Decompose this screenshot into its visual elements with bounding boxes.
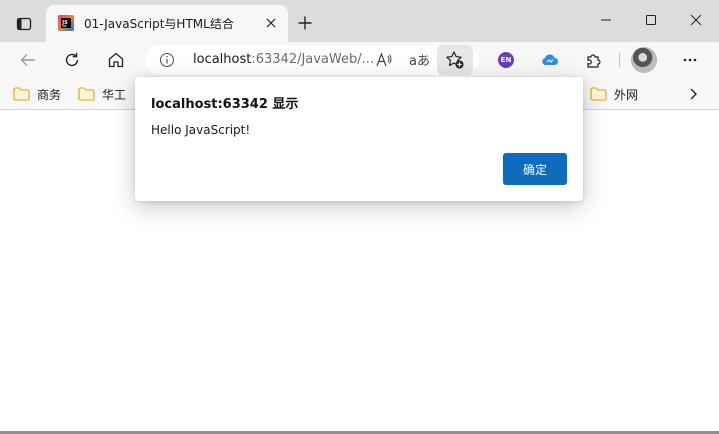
back-arrow-icon[interactable]	[14, 46, 42, 74]
url-text[interactable]: localhost:63342/JavaWeb/...	[193, 52, 374, 67]
svg-text:JS: JS	[61, 20, 68, 26]
ok-button[interactable]: 确定	[503, 153, 567, 185]
tab-title: 01-JavaScript与HTML结合	[84, 17, 234, 31]
bookmark-folder-huagong[interactable]: 华工	[78, 85, 126, 103]
url-path: :63342/JavaWeb/...	[251, 52, 375, 67]
more-options-icon[interactable]	[676, 46, 704, 74]
folder-icon	[590, 87, 607, 101]
tab-actions-icon[interactable]	[10, 10, 38, 38]
extension-en-icon[interactable]: EN	[492, 46, 520, 74]
toolbar: localhost:63342/JavaWeb/... aあ EN	[0, 42, 719, 78]
profile-avatar[interactable]	[631, 47, 657, 73]
chevron-right-icon[interactable]	[684, 85, 702, 103]
tab-close-icon[interactable]	[262, 14, 280, 32]
folder-icon	[78, 87, 95, 101]
extension-en-label: EN	[498, 52, 514, 68]
alert-dialog: localhost:63342 显示 Hello JavaScript! 确定	[135, 77, 583, 201]
dialog-message: Hello JavaScript!	[151, 123, 251, 137]
new-tab-icon[interactable]	[292, 10, 318, 36]
bookmark-label: 外网	[614, 87, 639, 102]
extension-cloud-icon[interactable]	[536, 46, 564, 74]
dialog-title: localhost:63342 显示	[151, 97, 299, 112]
add-favorite-icon[interactable]	[437, 45, 473, 75]
read-aloud-icon[interactable]	[375, 51, 393, 69]
bookmark-label: 商务	[37, 87, 62, 102]
bookmark-folder-shangwu[interactable]: 商务	[13, 85, 61, 103]
translate-icon[interactable]: aあ	[409, 50, 430, 69]
minimize-icon[interactable]	[586, 6, 626, 34]
folder-icon	[13, 87, 30, 101]
bookmark-folder-waiwang[interactable]: 外网	[590, 85, 638, 103]
browser-tab[interactable]: JS 01-JavaScript与HTML结合	[46, 5, 288, 42]
site-info-icon[interactable]	[159, 52, 175, 68]
jetbrains-icon: JS	[58, 15, 74, 31]
home-icon[interactable]	[102, 46, 130, 74]
url-host: localhost	[193, 52, 252, 67]
refresh-icon[interactable]	[58, 46, 86, 74]
extensions-puzzle-icon[interactable]	[580, 46, 608, 74]
title-bar: JS 01-JavaScript与HTML结合	[0, 0, 719, 42]
address-bar[interactable]: localhost:63342/JavaWeb/... aあ	[145, 45, 479, 75]
toolbar-separator	[619, 52, 620, 68]
bookmark-label: 华工	[102, 87, 127, 102]
close-window-icon[interactable]	[676, 6, 716, 34]
maximize-icon[interactable]	[631, 6, 671, 34]
